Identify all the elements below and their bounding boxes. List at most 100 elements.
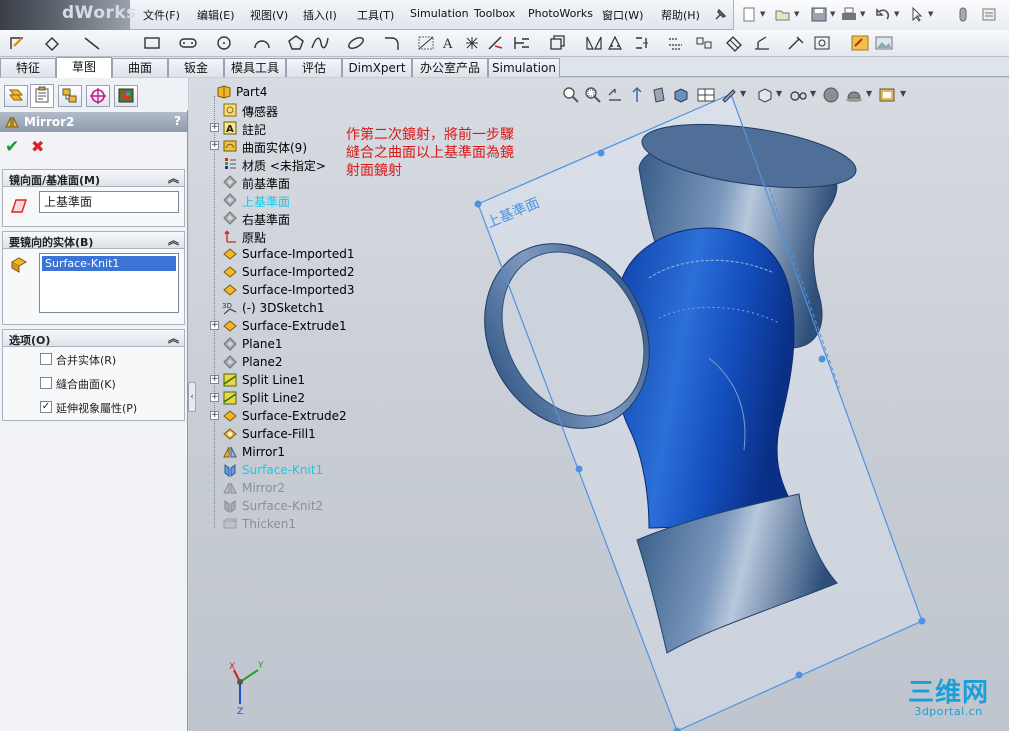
tab-evaluate[interactable]: 评估 <box>286 58 342 77</box>
pin-icon[interactable] <box>712 7 728 23</box>
list-item-selected[interactable]: Surface-Knit1 <box>42 256 176 271</box>
menu-view[interactable]: 视图(V) <box>250 7 288 23</box>
feature-manager-tab[interactable] <box>4 85 28 107</box>
sketch-icon[interactable] <box>8 34 28 52</box>
mirror-plane-group-header[interactable]: 镜向面/基准面(M) ︽ <box>2 169 185 187</box>
cancel-button[interactable]: ✖ <box>31 137 44 156</box>
expand-icon[interactable]: + <box>210 411 219 420</box>
bodies-list[interactable]: Surface-Knit1 <box>39 253 179 313</box>
options-group-header[interactable]: 选项(O) ︽ <box>2 329 185 347</box>
edit-appearance-icon[interactable] <box>720 86 738 104</box>
new-document-icon[interactable] <box>740 6 758 23</box>
open-dropdown-icon[interactable]: ▼ <box>794 10 799 18</box>
knit-surfaces-checkbox[interactable] <box>40 377 52 389</box>
collapse-chevron-icon[interactable]: ︽ <box>168 170 179 186</box>
grid-icon[interactable] <box>416 34 436 52</box>
dropdown-arrow-icon[interactable]: ▼ <box>866 89 872 98</box>
offset-entities-icon[interactable] <box>548 34 568 52</box>
circular-pattern-icon[interactable] <box>632 34 652 52</box>
ellipse-icon[interactable] <box>346 34 366 52</box>
hide-show-items-icon[interactable] <box>696 86 718 104</box>
dropdown-arrow-icon[interactable]: ▼ <box>740 89 746 98</box>
scene-icon[interactable] <box>874 34 894 52</box>
mirror-entities-icon[interactable] <box>584 34 604 52</box>
save-dropdown-icon[interactable]: ▼ <box>830 10 835 18</box>
text-icon[interactable]: A <box>438 34 458 52</box>
repair-sketch-icon[interactable] <box>724 34 744 52</box>
display-manager-tab[interactable] <box>114 85 138 107</box>
smart-dimension-icon[interactable] <box>42 34 62 52</box>
tab-features[interactable]: 特征 <box>0 58 56 77</box>
undo-dropdown-icon[interactable]: ▼ <box>894 10 899 18</box>
propagate-visual-properties-checkbox[interactable]: ✓ <box>40 401 52 413</box>
section-view-icon[interactable] <box>628 86 646 104</box>
apply-scene-icon[interactable] <box>756 86 774 104</box>
print-dropdown-icon[interactable]: ▼ <box>860 10 865 18</box>
polygon-icon[interactable] <box>286 34 306 52</box>
dropdown-arrow-icon[interactable]: ▼ <box>900 89 906 98</box>
circle-icon[interactable] <box>214 34 234 52</box>
appearance-icon[interactable] <box>850 34 870 52</box>
tab-surfaces[interactable]: 曲面 <box>112 58 168 77</box>
trim-icon[interactable] <box>486 34 506 52</box>
collapse-chevron-icon[interactable]: ︽ <box>168 232 179 248</box>
dimxpert-manager-tab[interactable] <box>86 85 110 107</box>
display-delete-relations-icon[interactable] <box>694 34 714 52</box>
tab-dimxpert[interactable]: DimXpert <box>342 58 412 77</box>
instant-2d-icon[interactable] <box>812 34 832 52</box>
point-icon[interactable] <box>462 34 482 52</box>
undo-icon[interactable] <box>874 6 892 23</box>
menu-file[interactable]: 文件(F) <box>143 7 180 23</box>
slot-icon[interactable] <box>178 34 198 52</box>
tab-simulation[interactable]: Simulation <box>488 58 560 77</box>
ok-button[interactable]: ✔ <box>5 137 19 157</box>
menu-toolbox[interactable]: Toolbox <box>474 7 515 20</box>
collapse-chevron-icon[interactable]: ︽ <box>168 330 179 346</box>
expand-icon[interactable]: + <box>210 123 219 132</box>
configuration-manager-tab[interactable] <box>58 85 82 107</box>
merge-bodies-checkbox[interactable] <box>40 353 52 365</box>
menu-help[interactable]: 帮助(H) <box>661 7 700 23</box>
linear-pattern-icon[interactable] <box>606 34 626 52</box>
plane-handle[interactable] <box>795 671 803 679</box>
mirror-plane-field[interactable]: 上基準面 <box>39 191 179 213</box>
dropdown-arrow-icon[interactable]: ▼ <box>810 89 816 98</box>
solidworks-logo[interactable]: dWorks <box>0 0 136 30</box>
view-settings-icon[interactable] <box>788 86 810 104</box>
tab-office-products[interactable]: 办公室产品 <box>412 58 488 77</box>
menu-window[interactable]: 窗口(W) <box>602 7 643 23</box>
convert-entities-icon[interactable] <box>512 34 532 52</box>
plane-handle[interactable] <box>818 355 826 363</box>
menu-photoworks[interactable]: PhotoWorks <box>528 7 593 20</box>
select-dropdown-icon[interactable]: ▼ <box>928 10 933 18</box>
spline-icon[interactable] <box>310 34 330 52</box>
dropdown-arrow-icon[interactable]: ▼ <box>776 89 782 98</box>
zoom-to-fit-icon[interactable] <box>562 86 580 104</box>
realview-icon[interactable] <box>822 86 840 104</box>
expand-icon[interactable]: + <box>210 321 219 330</box>
menu-edit[interactable]: 编辑(E) <box>197 7 235 23</box>
zoom-to-area-icon[interactable] <box>584 86 602 104</box>
line-icon[interactable] <box>82 34 102 52</box>
menu-tools[interactable]: 工具(T) <box>357 7 394 23</box>
tab-sheet-metal[interactable]: 钣金 <box>168 58 224 77</box>
bodies-group-header[interactable]: 要镜向的实体(B) ︽ <box>2 231 185 249</box>
tab-sketch[interactable]: 草图 <box>56 57 112 78</box>
expand-icon[interactable]: + <box>210 375 219 384</box>
fillet-icon[interactable] <box>382 34 402 52</box>
property-manager-tab[interactable] <box>30 84 54 108</box>
plane-handle[interactable] <box>474 200 482 208</box>
display-style-icon[interactable] <box>672 86 690 104</box>
rebuild-icon[interactable] <box>954 6 972 23</box>
help-button[interactable]: ? <box>174 114 181 128</box>
view-orientation-icon[interactable] <box>650 86 668 104</box>
save-icon[interactable] <box>810 6 828 23</box>
plane-handle[interactable] <box>918 617 926 625</box>
new-dropdown-icon[interactable]: ▼ <box>760 10 765 18</box>
select-icon[interactable] <box>908 6 926 23</box>
tab-mold-tools[interactable]: 模具工具 <box>224 58 286 77</box>
render-tools-icon[interactable] <box>878 86 898 104</box>
panel-splitter-handle[interactable]: ‹ <box>188 382 196 412</box>
plane-handle[interactable] <box>575 465 583 473</box>
expand-icon[interactable]: + <box>210 393 219 402</box>
